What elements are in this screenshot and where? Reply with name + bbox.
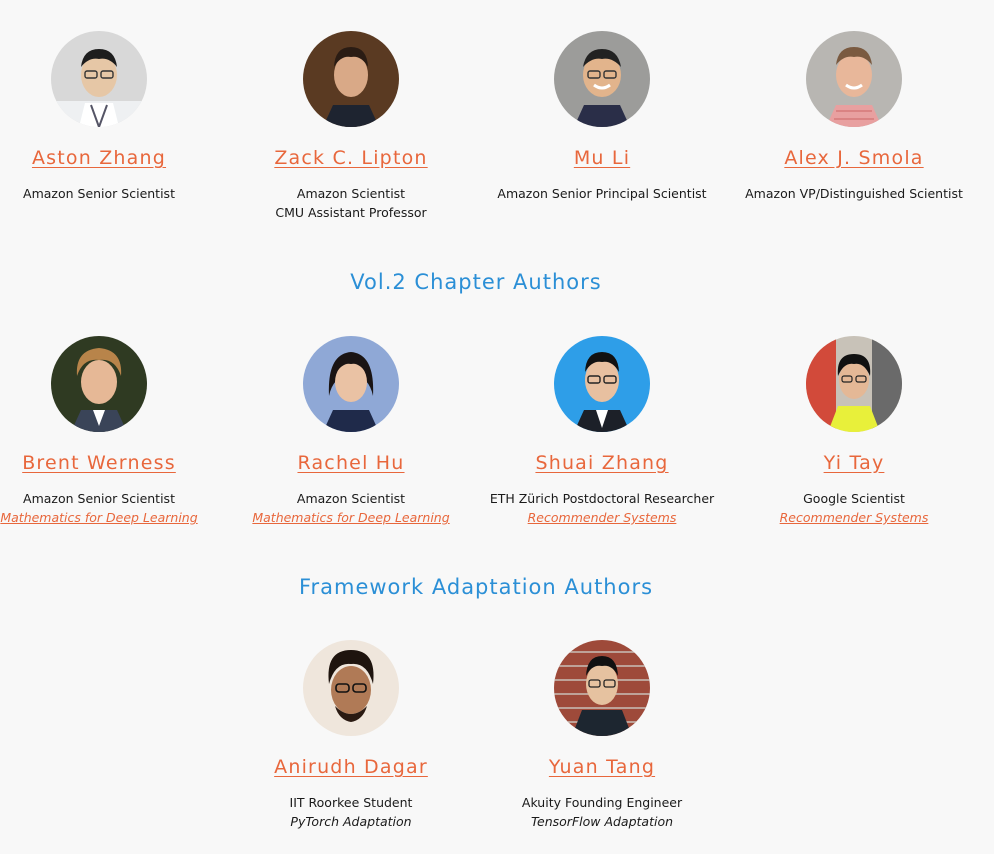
- adaptation-label: TensorFlow Adaptation: [530, 814, 674, 829]
- author-role-secondary: CMU Assistant Professor: [275, 205, 427, 220]
- author-name-link[interactable]: Aston Zhang: [32, 146, 166, 170]
- author-card-rachel-hu: Rachel Hu Amazon Scientist Mathematics f…: [221, 336, 481, 527]
- section-title-vol2: Vol.2 Chapter Authors: [350, 270, 602, 294]
- avatar-yuan-tang[interactable]: [554, 640, 650, 736]
- section-title-framework: Framework Adaptation Authors: [298, 575, 654, 599]
- book-link[interactable]: Mathematics for Deep Learning: [0, 508, 197, 527]
- author-role: IIT Roorkee Student: [289, 795, 413, 810]
- author-card-yuan-tang: Yuan Tang Akuity Founding Engineer Tenso…: [472, 640, 732, 831]
- author-name-link[interactable]: Zack C. Lipton: [274, 146, 427, 170]
- book-link[interactable]: Recommender Systems: [780, 508, 929, 527]
- author-name-link[interactable]: Yi Tay: [824, 451, 885, 475]
- author-card-zack-lipton: Zack C. Lipton Amazon Scientist CMU Assi…: [221, 31, 481, 222]
- author-name-link[interactable]: Mu Li: [574, 146, 630, 170]
- avatar-mu-li[interactable]: [554, 31, 650, 127]
- author-name-link[interactable]: Brent Werness: [22, 451, 176, 475]
- avatar-brent-werness[interactable]: [51, 336, 147, 432]
- author-card-alex-smola: Alex J. Smola Amazon VP/Distinguished Sc…: [724, 31, 984, 203]
- book-link[interactable]: Recommender Systems: [528, 508, 677, 527]
- author-card-mu-li: Mu Li Amazon Senior Principal Scientist: [472, 31, 732, 203]
- author-card-yi-tay: Yi Tay Google Scientist Recommender Syst…: [724, 336, 984, 527]
- author-role: Amazon Scientist: [296, 491, 406, 506]
- author-name-link[interactable]: Shuai Zhang: [535, 451, 668, 475]
- adaptation-label: PyTorch Adaptation: [290, 814, 412, 829]
- author-name-link[interactable]: Rachel Hu: [297, 451, 404, 475]
- book-link[interactable]: Mathematics for Deep Learning: [252, 508, 449, 527]
- author-name-link[interactable]: Yuan Tang: [549, 755, 655, 779]
- avatar-yi-tay[interactable]: [806, 336, 902, 432]
- avatar-rachel-hu[interactable]: [303, 336, 399, 432]
- author-card-brent-werness: Brent Werness Amazon Senior Scientist Ma…: [0, 336, 229, 527]
- author-card-aston-zhang: Aston Zhang Amazon Senior Scientist: [0, 31, 229, 203]
- author-role: Akuity Founding Engineer: [521, 795, 683, 810]
- author-card-shuai-zhang: Shuai Zhang ETH Zürich Postdoctoral Rese…: [472, 336, 732, 527]
- avatar-shuai-zhang[interactable]: [554, 336, 650, 432]
- author-role: Amazon Senior Scientist: [23, 186, 175, 201]
- author-card-anirudh-dagar: Anirudh Dagar IIT Roorkee Student PyTorc…: [221, 640, 481, 831]
- avatar-zack-lipton[interactable]: [303, 31, 399, 127]
- author-role: Amazon Scientist: [296, 186, 406, 201]
- author-name-link[interactable]: Anirudh Dagar: [274, 755, 428, 779]
- author-role: Google Scientist: [803, 491, 905, 506]
- author-role: ETH Zürich Postdoctoral Researcher: [489, 491, 715, 506]
- author-role: Amazon Senior Principal Scientist: [497, 186, 707, 201]
- avatar-aston-zhang[interactable]: [51, 31, 147, 127]
- avatar-alex-smola[interactable]: [806, 31, 902, 127]
- avatar-anirudh-dagar[interactable]: [303, 640, 399, 736]
- author-role: Amazon Senior Scientist: [23, 491, 175, 506]
- author-role: Amazon VP/Distinguished Scientist: [745, 186, 963, 201]
- author-name-link[interactable]: Alex J. Smola: [784, 146, 923, 170]
